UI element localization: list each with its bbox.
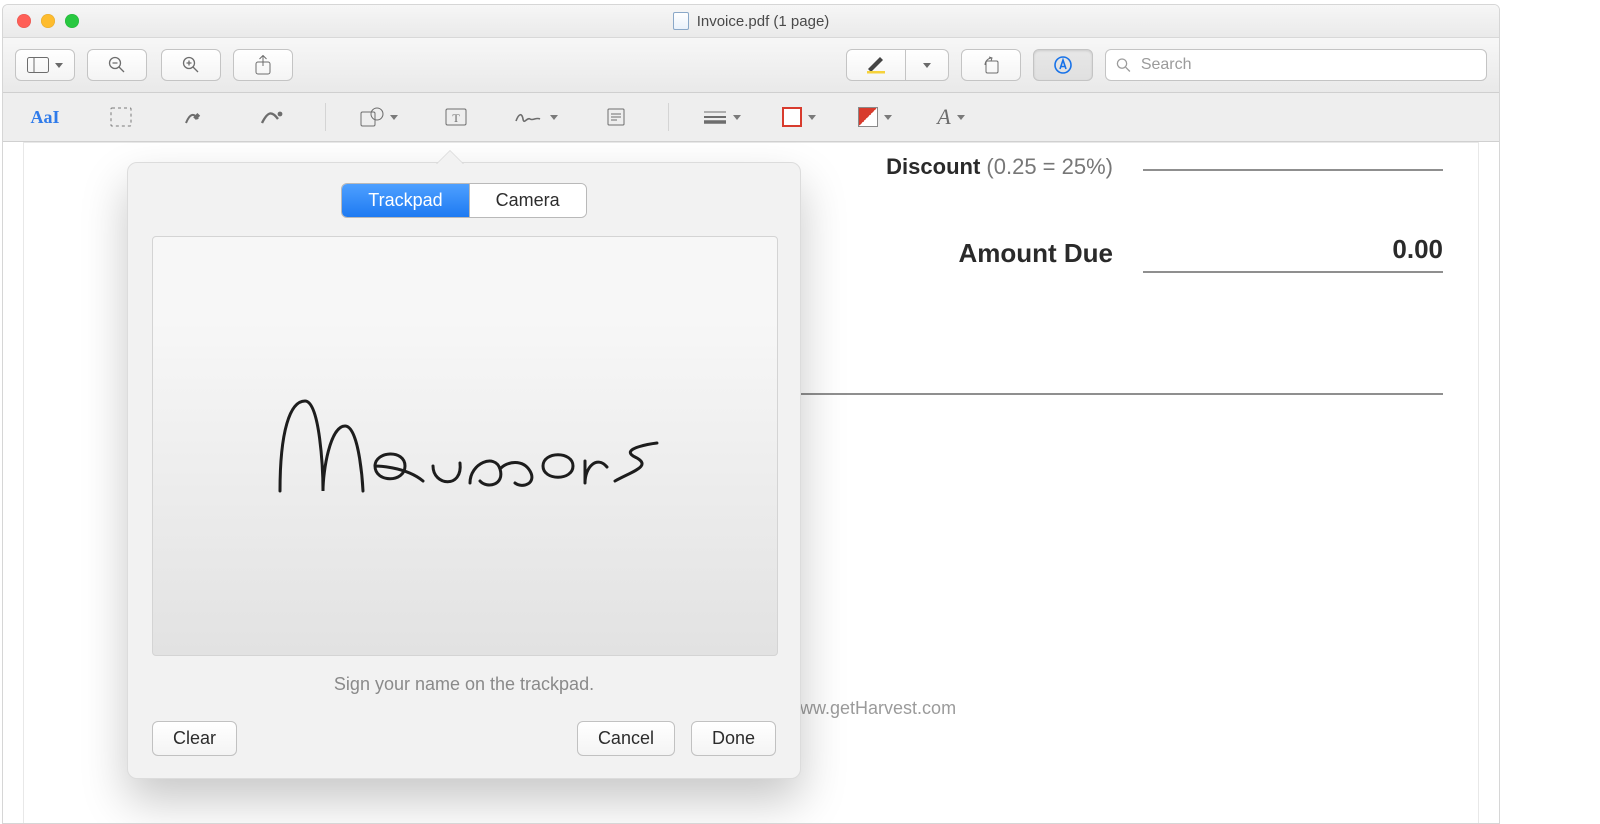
amount-due-label: Amount Due <box>958 238 1113 269</box>
search-input[interactable] <box>1139 55 1476 75</box>
selection-rectangle-icon <box>110 107 132 127</box>
chevron-down-icon <box>55 63 63 68</box>
zoom-in-button[interactable] <box>161 49 221 81</box>
search-field[interactable] <box>1105 49 1487 81</box>
signature-popover: Trackpad Camera Sign your name on the tr… <box>127 162 801 779</box>
textbox-tool[interactable]: T <box>432 101 480 133</box>
fill-color-tool[interactable] <box>851 101 899 133</box>
shapes-tool[interactable] <box>354 101 404 133</box>
search-icon <box>1116 57 1131 73</box>
markup-icon <box>1053 55 1073 75</box>
markup-toggle-button[interactable] <box>1033 49 1093 81</box>
magnifier-plus-icon <box>182 56 200 74</box>
tab-camera[interactable]: Camera <box>469 184 586 217</box>
text-style-icon: A <box>937 104 950 130</box>
discount-label: Discount (0.25 = 25%) <box>886 154 1113 180</box>
minimize-window[interactable] <box>41 14 55 28</box>
border-color-swatch <box>782 107 802 127</box>
done-button[interactable]: Done <box>691 721 776 756</box>
clear-button[interactable]: Clear <box>152 721 237 756</box>
highlight-button[interactable] <box>846 49 906 81</box>
divider-line <box>783 393 1443 395</box>
document-area[interactable]: Discount (0.25 = 25%) Amount Due 0.00 s … <box>3 142 1499 824</box>
fill-color-swatch <box>858 107 878 127</box>
signature-canvas[interactable] <box>152 236 778 656</box>
sketch-tool[interactable] <box>173 101 221 133</box>
tab-trackpad[interactable]: Trackpad <box>342 184 468 217</box>
markup-toolbar: AaI T <box>3 93 1499 142</box>
chevron-down-icon <box>923 63 931 68</box>
signature-instruction: Sign your name on the trackpad. <box>152 674 776 695</box>
line-style-tool[interactable] <box>697 101 747 133</box>
note-icon <box>606 107 626 127</box>
view-options-button[interactable] <box>15 49 75 81</box>
discount-value-line <box>1143 163 1443 171</box>
popover-actions: Clear Cancel Done <box>152 721 776 756</box>
separator <box>668 103 669 131</box>
text-selection-label: AaI <box>30 107 59 128</box>
pen-icon <box>866 56 886 74</box>
signature-drawing <box>255 371 675 521</box>
share-icon <box>255 55 271 75</box>
text-selection-tool[interactable]: AaI <box>21 101 69 133</box>
note-tool[interactable] <box>592 101 640 133</box>
cancel-button[interactable]: Cancel <box>577 721 675 756</box>
titlebar: Invoice.pdf (1 page) <box>3 5 1499 38</box>
draw-tool[interactable] <box>249 101 297 133</box>
chevron-down-icon <box>808 115 816 120</box>
amount-due-value: 0.00 <box>1143 234 1443 273</box>
text-style-tool[interactable]: A <box>927 101 975 133</box>
share-button[interactable] <box>233 49 293 81</box>
chevron-down-icon <box>550 115 558 120</box>
chevron-down-icon <box>733 115 741 120</box>
main-toolbar <box>3 38 1499 93</box>
close-window[interactable] <box>17 14 31 28</box>
magnifier-minus-icon <box>108 56 126 74</box>
sketch-icon <box>184 107 210 127</box>
border-color-tool[interactable] <box>775 101 823 133</box>
signature-tool[interactable] <box>508 101 564 133</box>
signature-source-tabs: Trackpad Camera <box>341 183 586 218</box>
shapes-icon <box>360 107 384 127</box>
chevron-down-icon <box>884 115 892 120</box>
separator <box>325 103 326 131</box>
rotate-button[interactable] <box>961 49 1021 81</box>
discount-hint: (0.25 = 25%) <box>986 154 1113 179</box>
rotate-icon <box>981 56 1001 74</box>
highlight-options-button[interactable] <box>906 49 949 81</box>
rect-selection-tool[interactable] <box>97 101 145 133</box>
signature-icon <box>514 107 544 127</box>
sidebar-icon <box>27 57 49 73</box>
chevron-down-icon <box>390 115 398 120</box>
zoom-window[interactable] <box>65 14 79 28</box>
window-title: Invoice.pdf (1 page) <box>697 13 830 30</box>
svg-text:T: T <box>452 111 460 125</box>
window-controls <box>3 14 79 28</box>
pdf-file-icon <box>673 12 689 30</box>
chevron-down-icon <box>957 115 965 120</box>
textbox-icon: T <box>445 107 467 127</box>
zoom-out-button[interactable] <box>87 49 147 81</box>
draw-icon <box>260 107 286 127</box>
preview-window: Invoice.pdf (1 page) <box>2 4 1500 824</box>
line-weight-icon <box>703 110 727 124</box>
